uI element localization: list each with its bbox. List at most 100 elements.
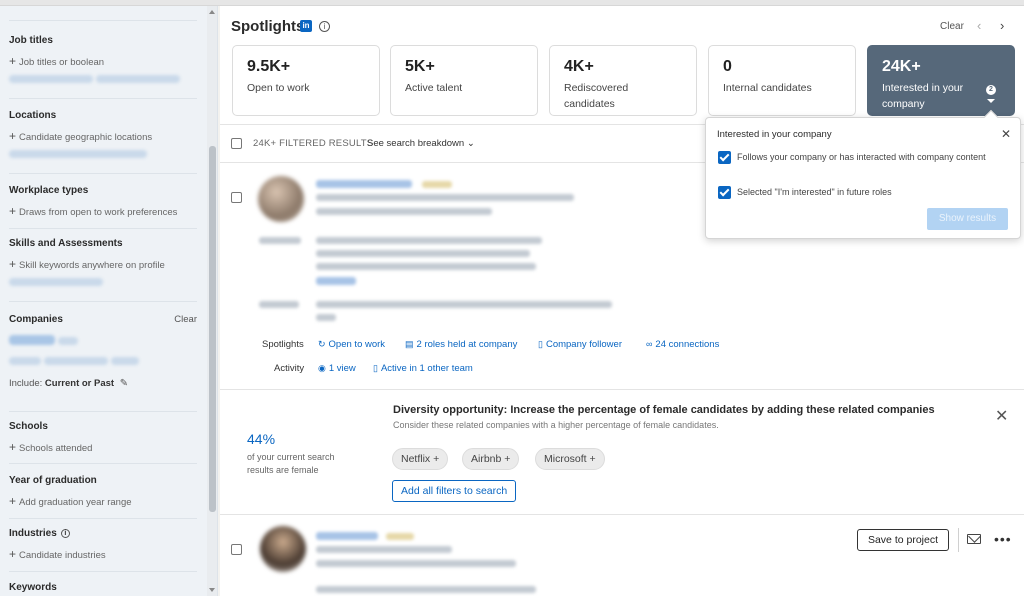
interested-future-roles-checkbox[interactable]	[718, 186, 731, 199]
company-pill-netflix[interactable]: Netflix +	[392, 448, 449, 470]
save-to-project-button[interactable]: Save to project	[857, 529, 949, 551]
info-icon[interactable]: i	[60, 528, 70, 538]
checkbox-label[interactable]: Selected "I'm interested" in future role…	[737, 185, 1007, 199]
pencil-icon[interactable]: ✎	[120, 378, 128, 389]
avatar[interactable]	[260, 526, 306, 572]
plus-icon: +	[9, 54, 17, 68]
connection-degree	[386, 533, 414, 540]
checkbox-label[interactable]: Follows your company or has interacted w…	[737, 150, 1007, 164]
spotlight-card-rediscovered[interactable]: 4K+ Rediscovered candidates	[549, 45, 697, 116]
add-skills[interactable]: + Skill keywords anywhere on profile	[9, 257, 197, 271]
candidate-name[interactable]	[316, 532, 378, 540]
add-schools[interactable]: + Schools attended	[9, 440, 197, 454]
add-graduation-year[interactable]: + Add graduation year range	[9, 494, 197, 508]
selected-filter-chip[interactable]	[9, 75, 93, 83]
add-all-filters-button[interactable]: Add all filters to search	[392, 480, 517, 502]
spotlight-card-interested[interactable]: 24K+ Interested in your company 2	[867, 45, 1015, 116]
follows-company-checkbox[interactable]	[718, 151, 731, 164]
tag-active-other-team[interactable]: ▯ Active in 1 other team	[373, 363, 473, 374]
spotlight-card-internal[interactable]: 0 Internal candidates	[708, 45, 856, 116]
include-value: Current or Past	[44, 378, 115, 389]
select-all-checkbox[interactable]	[231, 138, 242, 149]
tag-views[interactable]: ◉ 1 view	[318, 363, 356, 374]
plus-icon: +	[9, 547, 17, 561]
close-icon[interactable]: ✕	[1001, 127, 1011, 141]
candidate-name[interactable]	[316, 180, 412, 188]
show-more-link[interactable]	[316, 277, 356, 285]
female-percentage: 44%	[247, 431, 276, 447]
candidate-checkbox[interactable]	[231, 544, 242, 555]
tag-connections[interactable]: ∞ 24 connections	[646, 339, 719, 350]
selected-filter-chip[interactable]	[9, 335, 55, 345]
filter-count-badge: 2	[986, 85, 996, 95]
selected-filter-chip[interactable]	[9, 278, 103, 286]
plus-icon: +	[9, 129, 17, 143]
plus-icon: +	[9, 494, 17, 508]
scrollbar-thumb[interactable]	[209, 146, 216, 512]
activity-row-label: Activity	[274, 363, 305, 374]
add-label: Job titles or boolean	[19, 57, 105, 68]
mail-icon[interactable]	[967, 534, 981, 544]
caret-down-icon[interactable]	[987, 99, 995, 103]
include-label: Include:	[9, 378, 43, 389]
building-icon: ▯	[538, 339, 543, 349]
plus-icon: +	[9, 440, 17, 454]
interested-filter-popup: Interested in your company ✕ Follows you…	[705, 109, 1021, 239]
spotlights-clear-button[interactable]: Clear	[940, 21, 964, 32]
filter-title-text: Industries	[9, 528, 57, 539]
add-workplace-types[interactable]: + Draws from open to work preferences	[9, 204, 197, 218]
scroll-up-icon[interactable]	[209, 10, 215, 14]
avatar[interactable]	[258, 176, 304, 222]
education-label	[259, 301, 299, 308]
divider	[9, 20, 197, 21]
spotlight-label: Open to work	[247, 82, 310, 94]
add-label: Draws from open to work preferences	[19, 207, 178, 218]
divider	[220, 389, 1024, 390]
filter-locations: Locations + Candidate geographic location…	[9, 110, 197, 161]
selected-filter-chip[interactable]	[111, 357, 140, 365]
add-label: Add graduation year range	[19, 497, 132, 508]
page-title: Spotlights	[231, 18, 305, 35]
companies-clear-button[interactable]: Clear	[174, 314, 197, 325]
company-pill-airbnb[interactable]: Airbnb +	[462, 448, 520, 470]
selected-filter-chip[interactable]	[96, 75, 181, 83]
selected-filter-chip[interactable]	[9, 150, 147, 158]
tag-company-follower[interactable]: ▯ Company follower	[538, 339, 622, 350]
spotlight-card-active-talent[interactable]: 5K+ Active talent	[390, 45, 538, 116]
add-locations[interactable]: + Candidate geographic locations	[9, 129, 197, 143]
search-breakdown-toggle[interactable]: See search breakdown ⌄	[367, 138, 475, 149]
female-percentage-desc: of your current search results are femal…	[247, 452, 335, 475]
tag-open-to-work[interactable]: ↻ Open to work	[318, 339, 385, 350]
education-line	[316, 301, 612, 308]
company-pill-microsoft[interactable]: Microsoft +	[535, 448, 605, 470]
candidate-checkbox[interactable]	[231, 192, 242, 203]
chevron-left-icon[interactable]: ‹	[977, 18, 981, 33]
scroll-down-icon[interactable]	[209, 588, 215, 592]
filters-sidebar: Job titles + Job titles or boolean Locati…	[0, 6, 218, 596]
chevron-right-icon[interactable]: ›	[1000, 18, 1004, 33]
divider	[9, 98, 197, 99]
show-results-button[interactable]: Show results	[927, 208, 1008, 230]
add-industries[interactable]: + Candidate industries	[9, 547, 197, 561]
spotlight-label: Active talent	[405, 82, 463, 94]
tag-label: Open to work	[328, 339, 386, 350]
sidebar-scrollbar[interactable]	[207, 6, 217, 596]
add-label: Skill keywords anywhere on profile	[19, 260, 165, 271]
info-icon[interactable]: i	[319, 21, 330, 32]
spotlight-card-open-to-work[interactable]: 9.5K+ Open to work	[232, 45, 380, 116]
filter-schools: Schools + Schools attended	[9, 421, 197, 454]
close-icon[interactable]: ✕	[995, 406, 1008, 426]
selected-filter-chip[interactable]	[58, 337, 79, 345]
selected-filter-chip[interactable]	[9, 357, 41, 365]
experience-line	[316, 586, 536, 593]
more-options-icon[interactable]: •••	[994, 531, 1012, 547]
filter-title: Job titles	[9, 35, 53, 46]
add-job-titles[interactable]: + Job titles or boolean	[9, 54, 197, 68]
experience-line	[316, 237, 542, 244]
divider	[9, 301, 197, 302]
tag-roles-held[interactable]: ▤ 2 roles held at company	[405, 339, 517, 350]
selected-filter-chip[interactable]	[44, 357, 109, 365]
filter-title: Schools	[9, 421, 48, 432]
experience-label	[259, 237, 301, 244]
add-label: Schools attended	[19, 443, 93, 454]
